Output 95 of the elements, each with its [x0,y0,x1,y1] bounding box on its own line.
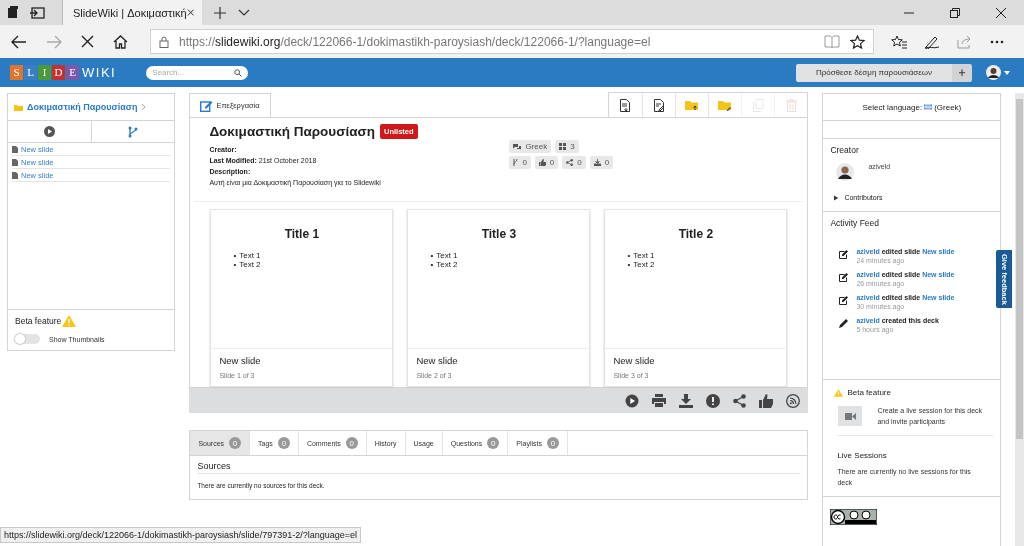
slide-bullet: • Text 1 [627,251,656,260]
address-field[interactable]: https://slidewiki.org/deck/122066-1/dokimastikh-paroysiash/deck/122066-1/?language=el [150,29,874,54]
chevron-down-icon[interactable] [238,8,250,17]
star-icon[interactable] [850,34,865,49]
alert-icon[interactable] [706,393,721,408]
restore-icon[interactable] [950,7,960,18]
language-name: (Greek) [934,102,962,112]
comments-icon [513,143,522,150]
caret-icon[interactable] [1004,70,1010,75]
edit-icon [839,296,849,305]
home-icon[interactable] [113,34,128,49]
video-camera-button[interactable] [838,406,863,426]
section-heading: Sources [197,461,801,474]
activity-heading: Activity Feed [830,218,881,228]
slide-name: New slide [416,355,459,366]
slide-bullet: • Text 1 [430,251,459,260]
avatar-icon[interactable] [986,65,1001,80]
edit-icon [200,99,214,112]
creator-heading: Creator [830,145,860,155]
status-url: https://slidewiki.org/deck/122066-1/dokimastikh-paroysiash/slide/797391-2/?language=el [0,527,361,543]
warning-icon [62,315,77,327]
thumbs-up-icon [538,159,546,166]
fork-icon [513,159,519,166]
slide-bullet: • Text 1 [233,251,262,260]
back-icon[interactable] [11,34,27,49]
slide-name: New slide [219,355,262,366]
language-label: Select language: [862,102,923,112]
logo-letter[interactable]: D [52,65,65,80]
trash-icon [785,98,797,112]
edit-icon [839,250,849,259]
downloads-count: 0 [604,158,610,167]
beta-label: Beta feature [15,316,62,326]
edit-icon [839,273,849,282]
folder-up-icon [685,99,700,111]
slide-bullet: • Text 2 [233,260,262,269]
browser-tab[interactable]: SlideWiki | Δοκιμαστική [62,0,202,25]
fork-icon [128,125,139,138]
more-icon[interactable] [990,39,1004,44]
slides-label: 3 [570,142,575,151]
forks-count: 0 [522,158,527,167]
tab-actions-icon[interactable] [6,5,46,20]
pen-icon[interactable] [924,34,940,49]
favorites-icon[interactable] [891,34,907,49]
close-icon[interactable] [996,7,1006,18]
copy-icon [752,98,764,112]
warning-icon [834,388,844,397]
thumbnails-toggle[interactable] [15,334,40,344]
print-icon[interactable] [652,394,667,407]
search-field[interactable]: Search... [146,65,249,80]
language-label: Greek [525,142,548,151]
triangle-icon [834,194,840,201]
likes-count: 0 [549,158,555,167]
pencil-icon [839,319,849,328]
stop-icon[interactable] [81,35,94,48]
live-sessions-heading: Live Sessions [837,451,888,460]
flag-icon[interactable] [924,104,933,110]
logo-letter[interactable]: S [10,65,23,80]
slide-bullet: • Text 2 [430,260,459,269]
folder-icon [14,103,23,111]
avatar-icon [836,163,855,181]
scrollbar[interactable] [1015,93,1024,546]
download-icon [593,159,601,166]
slide-title: Title 1 [283,227,321,241]
rss-icon[interactable] [786,393,801,408]
close-icon[interactable] [186,8,194,17]
search-icon[interactable] [234,68,243,77]
lock-icon [159,35,169,48]
slide-title: Title 2 [677,227,715,241]
license-icon[interactable] [830,509,878,525]
deck-title: Δοκιμαστική Παρουσίαση [209,124,375,139]
play-icon[interactable] [625,393,640,408]
logo-letter[interactable]: E [66,65,79,80]
grid-icon [559,143,567,150]
download-icon[interactable] [679,393,694,408]
slide-title: Title 3 [480,227,518,241]
slide-bullet: • Text 2 [627,260,656,269]
doc-edit-icon [653,98,665,112]
add-deck-button[interactable]: Πρόσθεσε δέσμη παρουσιάσεων [796,63,952,82]
slide-name: New slide [613,355,656,366]
logo-text[interactable]: WIKI [82,65,117,80]
folder-edit-icon [718,99,733,111]
logo-letter[interactable]: I [38,65,51,80]
beta-label: Beta feature [847,388,891,397]
shares-count: 0 [577,158,582,167]
play-icon [43,126,55,137]
share-icon[interactable] [733,393,747,408]
chevron-right-icon [141,103,147,111]
add-button[interactable]: + [952,63,972,82]
thumbs-up-icon[interactable] [759,393,774,408]
breadcrumb-link[interactable]: Δοκιμαστική Παρουσίαση [27,102,138,112]
new-tab-icon[interactable] [214,6,226,19]
share-icon [566,159,574,166]
doc-download-icon [620,98,632,112]
video-camera-icon [844,412,856,420]
logo-letter[interactable]: L [24,65,37,80]
